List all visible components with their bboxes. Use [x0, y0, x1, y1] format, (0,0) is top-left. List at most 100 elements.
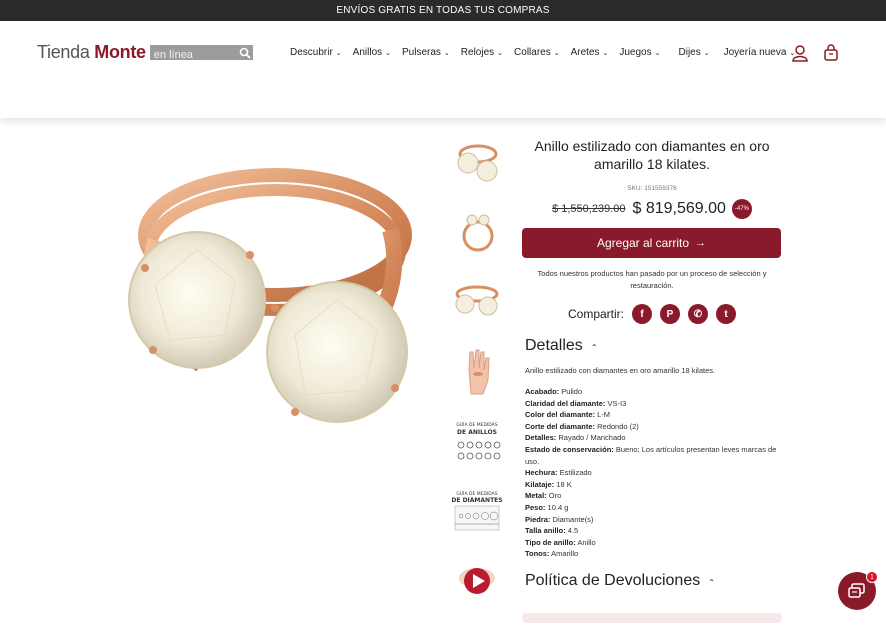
thumbnail-video[interactable] — [452, 555, 502, 607]
product-main-image[interactable] — [125, 150, 420, 430]
logo-text: Tienda Monte — [37, 42, 146, 63]
spec-value: Oro — [548, 491, 562, 501]
spec-row: Claridad del diamante: VS-I3 — [525, 398, 782, 410]
spec-key: Kilataje: — [525, 479, 555, 489]
spec-value: L-M — [597, 410, 611, 420]
discount-badge: -47% — [731, 199, 752, 219]
nav-label: Joyería nueva — [723, 47, 787, 58]
chevron-down-icon: ⌄ — [553, 49, 560, 57]
thumbnail-gallery: GUÍA DE MEDIDAS DE ANILLOS GUÍA DE MEDIDA… — [452, 135, 502, 625]
user-icon[interactable] — [791, 44, 809, 62]
spec-key: Talla anillo: — [525, 526, 566, 536]
thumbnail-hand-model[interactable] — [452, 345, 502, 397]
spec-value: 18 K — [556, 479, 572, 489]
nav-label: Descubrir — [290, 47, 333, 58]
bag-icon[interactable] — [822, 44, 840, 62]
spec-key: Tipo de anillo: — [525, 537, 576, 547]
header-icons — [791, 44, 853, 62]
policy-toggle[interactable]: Política de Devoluciones ⌃ — [525, 572, 782, 590]
spec-row: Estado de conservación: Bueno; Los artíc… — [525, 444, 782, 467]
nav-joyeria-nueva[interactable]: Joyería nueva ⌄ — [724, 47, 796, 58]
chat-icon — [848, 583, 865, 598]
twitter-icon[interactable]: t — [716, 304, 736, 324]
policy-title: Política de Devoluciones — [525, 571, 701, 589]
spec-row: Acabado: Pulido — [525, 386, 782, 398]
chevron-down-icon: ⌄ — [335, 49, 342, 57]
details-description: Anillo estilizado con diamantes en oro a… — [525, 366, 716, 375]
chevron-down-icon: ⌄ — [703, 49, 710, 57]
nav-dijes[interactable]: Dijes ⌄ — [679, 47, 710, 58]
spec-value: VS-I3 — [607, 398, 627, 408]
chat-count-badge: 1 — [866, 571, 878, 583]
spec-row: Tipo de anillo: Anillo — [525, 537, 782, 549]
nav-aretes[interactable]: Aretes ⌄ — [571, 47, 609, 58]
thumbnail-ring-size-guide[interactable]: GUÍA DE MEDIDAS DE ANILLOS — [452, 415, 502, 467]
chevron-up-icon: ⌃ — [590, 343, 598, 352]
spec-value: Rayado / Manchado — [558, 433, 626, 443]
thumbnail-diamond-guide[interactable]: GUÍA DE MEDIDAS DE DIAMANTES — [452, 485, 502, 537]
nav-anillos[interactable]: Anillos ⌄ — [353, 47, 391, 58]
spec-key: Peso: — [525, 502, 546, 512]
current-price: $ 819,569.00 — [632, 200, 726, 217]
whatsapp-icon[interactable]: ✆ — [688, 304, 708, 324]
svg-text:DE DIAMANTES: DE DIAMANTES — [452, 497, 502, 504]
spec-key: Piedra: — [525, 514, 551, 524]
spec-value: 10.4 g — [547, 502, 569, 512]
pinterest-icon[interactable]: P — [660, 304, 680, 324]
nav-label: Dijes — [678, 47, 701, 58]
product-title: Anillo estilizado con diamantes en oro a… — [534, 138, 770, 172]
details-title: Detalles — [525, 337, 583, 354]
nav-relojes[interactable]: Relojes ⌄ — [461, 47, 503, 58]
main-nav: Descubrir ⌄ Anillos ⌄ Pulseras ⌄ Relojes ⌄ C… — [290, 47, 806, 58]
spec-value: Amarillo — [551, 549, 579, 559]
spec-row: Kilataje: 18 K — [525, 479, 782, 491]
chevron-up-icon: ⌃ — [708, 577, 715, 587]
svg-text:DE ANILLOS: DE ANILLOS — [457, 429, 497, 436]
product-sku: SKU: 151559376 — [627, 185, 677, 192]
spec-row: Hechura: Estilizado — [525, 467, 782, 479]
spec-key: Metal: — [525, 491, 547, 501]
search-input[interactable] — [149, 47, 238, 63]
spec-key: Detalles: — [525, 433, 557, 443]
spec-key: Estado de conservación: — [525, 444, 614, 454]
nav-juegos[interactable]: Juegos ⌄ — [619, 47, 660, 58]
site-header: Tienda Monte Descubrir⌄ Anillos⌄ Pulsera… — [0, 21, 886, 118]
nav-pulseras[interactable]: Pulseras ⌄ — [402, 47, 450, 58]
spec-row: Color del diamante: L-M — [525, 409, 782, 421]
chevron-down-icon: ⌄ — [385, 49, 392, 57]
nav-label: Anillos — [352, 47, 383, 58]
spec-value: Pulido — [561, 387, 583, 396]
thumbnail-ring-side[interactable] — [452, 275, 502, 327]
price-row: $ 1,550,239.00 $ 819,569.00 -47% — [522, 199, 782, 219]
search-icon[interactable] — [239, 46, 251, 59]
spec-key: Hechura: — [525, 468, 558, 478]
nav-descubrir[interactable]: Descubrir ⌄ — [290, 47, 342, 58]
nav-collares[interactable]: Collares ⌄ — [514, 47, 560, 58]
spec-row: Metal: Oro — [525, 490, 782, 502]
facebook-icon[interactable]: f — [632, 304, 652, 324]
share-label: Compartir: — [567, 307, 624, 321]
spec-key: Claridad del diamante: — [525, 398, 606, 408]
chevron-down-icon: ⌄ — [443, 49, 450, 57]
search-box — [149, 45, 253, 63]
spec-row: Piedra: Diamante(s) — [525, 514, 782, 526]
details-toggle[interactable]: Detalles ⌃ — [525, 337, 782, 355]
share-row: Compartir: f P ✆ t — [522, 304, 782, 324]
logo[interactable]: Tienda Monte — [37, 42, 253, 63]
spec-value: Anillo — [577, 537, 596, 547]
thumbnail-ring-angle[interactable] — [452, 135, 502, 187]
chevron-down-icon: ⌄ — [654, 49, 661, 57]
spec-value: Diamante(s) — [552, 514, 594, 524]
add-to-cart-button[interactable]: Agregar al carrito → — [522, 228, 781, 258]
details-specs: Acabado: Pulido Claridad del diamante: V… — [525, 386, 782, 560]
restoration-note: Todos nuestros productos han pasado por … — [537, 269, 767, 290]
spec-key: Tonos: — [525, 549, 550, 559]
nav-label: Aretes — [570, 47, 600, 58]
old-price: $ 1,550,239.00 — [552, 203, 626, 215]
spec-row: Tonos: Amarillo — [525, 548, 782, 560]
spec-key: Acabado: — [525, 387, 560, 396]
thumbnail-ring-front[interactable] — [452, 205, 502, 257]
policy-content — [522, 613, 782, 623]
nav-label: Juegos — [619, 47, 652, 58]
chat-button[interactable]: 1 — [838, 571, 878, 610]
